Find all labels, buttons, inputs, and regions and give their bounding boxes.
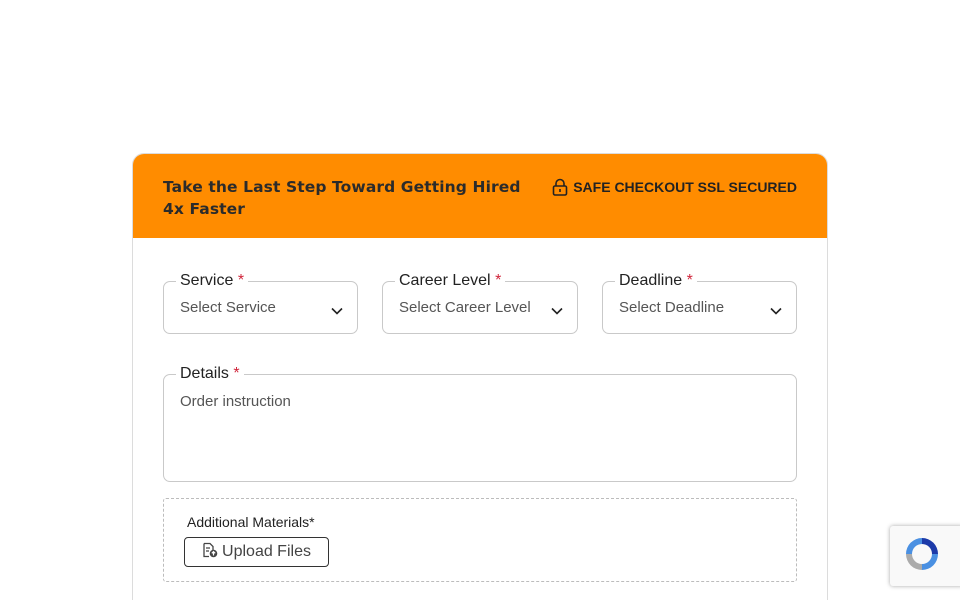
chevron-down-icon [770, 302, 782, 320]
details-textarea[interactable]: Details * Order instruction [163, 365, 797, 482]
deadline-label: Deadline * [615, 272, 697, 290]
upload-files-button[interactable]: Upload Files [184, 537, 329, 567]
recaptcha-badge[interactable] [890, 526, 960, 586]
details-label: Details * [176, 365, 244, 383]
form-title: Take the Last Step Toward Getting Hired … [163, 178, 521, 218]
order-form-card: Take the Last Step Toward Getting Hired … [132, 153, 828, 600]
secure-checkout-badge: SAFE CHECKOUT SSL SECURED [552, 178, 797, 196]
recaptcha-icon [902, 534, 942, 579]
service-placeholder: Select Service [180, 299, 276, 316]
service-select[interactable]: Service * Select Service [163, 272, 358, 334]
deadline-select[interactable]: Deadline * Select Deadline [602, 272, 797, 334]
file-upload-icon [202, 542, 218, 563]
career-level-select[interactable]: Career Level * Select Career Level [382, 272, 578, 334]
lock-icon [552, 178, 568, 196]
chevron-down-icon [551, 302, 563, 320]
upload-files-label: Upload Files [222, 543, 311, 560]
additional-materials-label: Additional Materials* [187, 514, 315, 530]
chevron-down-icon [331, 302, 343, 320]
order-form-header: Take the Last Step Toward Getting Hired … [133, 154, 827, 238]
secure-checkout-text: SAFE CHECKOUT SSL SECURED [573, 179, 797, 195]
details-placeholder: Order instruction [180, 393, 291, 410]
career-level-placeholder: Select Career Level [399, 299, 531, 316]
career-level-label: Career Level * [395, 272, 506, 290]
additional-materials-dropzone[interactable]: Additional Materials* Upload Files [163, 498, 797, 582]
service-label: Service * [176, 272, 249, 290]
deadline-placeholder: Select Deadline [619, 299, 725, 316]
